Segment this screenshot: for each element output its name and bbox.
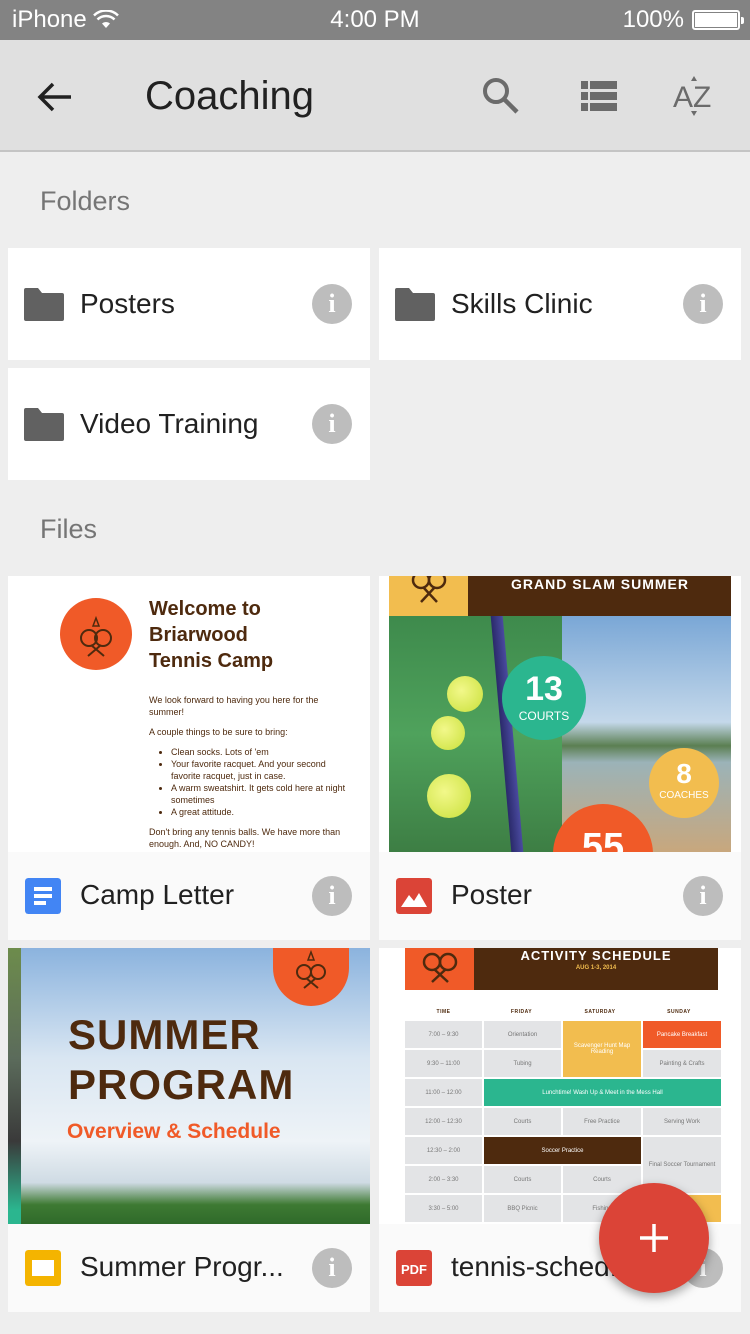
slides-icon bbox=[25, 1250, 61, 1286]
plus-icon bbox=[640, 1224, 668, 1252]
info-button[interactable]: i bbox=[312, 876, 352, 916]
sort-az-icon: A Z bbox=[673, 76, 711, 116]
svg-text:PDF: PDF bbox=[401, 1262, 427, 1277]
svg-text:Z: Z bbox=[693, 81, 711, 114]
folders-section-label: Folders bbox=[40, 186, 131, 216]
pdf-icon: PDF bbox=[396, 1250, 432, 1286]
file-name: Camp Letter bbox=[80, 879, 235, 910]
file-thumbnail: GRAND SLAM SUMMER 13 COURTS 8 COACHES 55 bbox=[379, 576, 741, 852]
docs-icon bbox=[25, 878, 61, 914]
search-button[interactable] bbox=[475, 70, 527, 122]
app-bar: Coaching A Z bbox=[0, 40, 750, 152]
camp-logo bbox=[273, 948, 349, 1006]
folder-name: Posters bbox=[80, 288, 175, 319]
info-button[interactable]: i bbox=[683, 876, 723, 916]
schedule-date: AUG 1-3, 2014 bbox=[575, 965, 617, 971]
file-card[interactable]: SUMMER PROGRAM Overview & Schedule Summe… bbox=[8, 948, 370, 1312]
battery-icon bbox=[692, 10, 744, 30]
file-thumbnail: SUMMER PROGRAM Overview & Schedule bbox=[8, 948, 370, 1224]
stat-courts: 13 COURTS bbox=[502, 656, 586, 740]
folder-card[interactable]: Video Training i bbox=[8, 368, 370, 480]
file-name: Poster bbox=[451, 879, 532, 910]
folder-name: Video Training bbox=[80, 408, 259, 439]
list-view-icon bbox=[581, 81, 617, 111]
folder-icon bbox=[24, 408, 64, 441]
sort-button[interactable]: A Z bbox=[668, 70, 720, 122]
info-icon: i bbox=[328, 409, 336, 438]
info-button[interactable]: i bbox=[312, 1248, 352, 1288]
folder-name: Skills Clinic bbox=[451, 288, 593, 319]
letter-body: We look forward to having you here for t… bbox=[149, 694, 349, 852]
info-button[interactable]: i bbox=[312, 404, 352, 444]
battery-percent: 100% bbox=[622, 6, 684, 33]
add-button[interactable] bbox=[599, 1183, 709, 1293]
letter-title: Welcome to Briarwood Tennis Camp bbox=[149, 598, 274, 672]
info-button[interactable]: i bbox=[683, 284, 723, 324]
info-icon: i bbox=[699, 289, 707, 318]
file-thumbnail: Welcome to Briarwood Tennis Camp We look… bbox=[8, 576, 370, 852]
camp-logo bbox=[60, 598, 132, 670]
info-icon: i bbox=[699, 881, 707, 910]
stat-coaches: 8 COACHES bbox=[649, 748, 719, 818]
racquets-icon bbox=[411, 576, 447, 603]
info-icon: i bbox=[328, 1253, 336, 1282]
poster-banner: GRAND SLAM SUMMER bbox=[511, 576, 689, 592]
folder-card[interactable]: Skills Clinic i bbox=[379, 248, 741, 360]
file-thumbnail: ACTIVITY SCHEDULE AUG 1-3, 2014 TIME FRI… bbox=[379, 948, 741, 1224]
summer-subtitle: Overview & Schedule bbox=[67, 1120, 281, 1143]
back-button[interactable] bbox=[30, 72, 80, 122]
file-name: Summer Progr... bbox=[80, 1251, 284, 1282]
summer-title: SUMMER PROGRAM bbox=[68, 1011, 295, 1108]
file-card[interactable]: Welcome to Briarwood Tennis Camp We look… bbox=[8, 576, 370, 940]
image-file-icon bbox=[396, 878, 432, 914]
folder-icon bbox=[24, 288, 64, 321]
arrow-back-icon bbox=[37, 82, 71, 112]
page-title: Coaching bbox=[145, 74, 315, 118]
folder-card[interactable]: Posters i bbox=[8, 248, 370, 360]
files-section-label: Files bbox=[40, 514, 98, 544]
folder-icon bbox=[395, 288, 435, 321]
search-icon bbox=[483, 78, 519, 114]
info-icon: i bbox=[328, 881, 336, 910]
schedule-title: ACTIVITY SCHEDULE bbox=[520, 948, 672, 963]
racquets-icon bbox=[422, 952, 458, 983]
status-bar: iPhone 4:00 PM 100% bbox=[0, 0, 750, 40]
info-icon: i bbox=[328, 289, 336, 318]
list-view-button[interactable] bbox=[573, 70, 625, 122]
svg-text:A: A bbox=[673, 81, 693, 114]
file-card[interactable]: GRAND SLAM SUMMER 13 COURTS 8 COACHES 55… bbox=[379, 576, 741, 940]
info-button[interactable]: i bbox=[312, 284, 352, 324]
